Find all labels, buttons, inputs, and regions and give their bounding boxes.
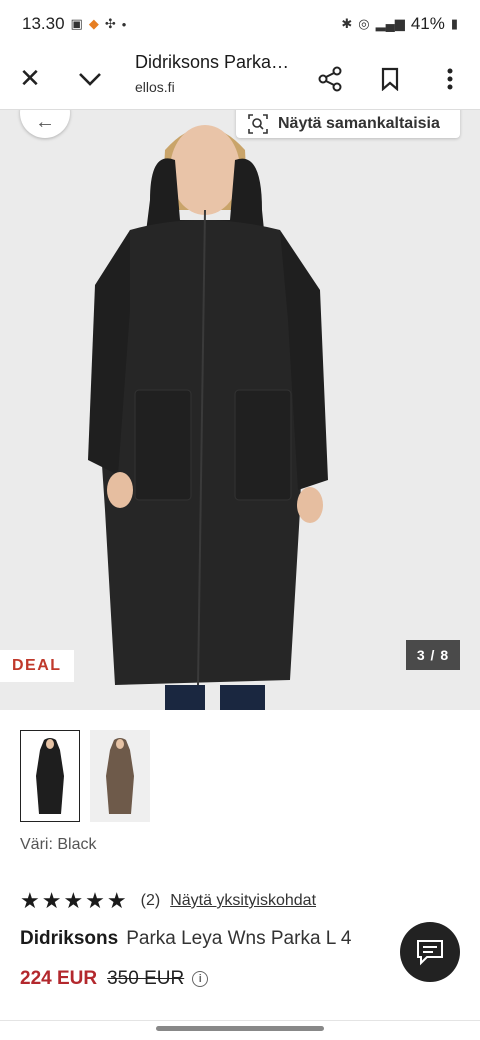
bluetooth-icon: ✱ — [341, 16, 353, 31]
more-options-icon[interactable] — [428, 57, 472, 101]
visual-search-icon — [248, 114, 268, 134]
page-title-block[interactable]: Didriksons Parka… ellos.fi — [135, 52, 289, 95]
original-price: 350 EUR — [107, 968, 185, 989]
product-image-carousel[interactable]: ← Näytä samankaltaisia DEAL 3 / 8 — [0, 110, 480, 710]
custom-tab-toolbar: ✕ Didriksons Parka… ellos.fi — [0, 48, 480, 110]
bookmark-icon[interactable] — [368, 57, 412, 101]
color-variant-black[interactable] — [20, 730, 80, 822]
share-icon[interactable] — [308, 57, 352, 101]
price-row: 224 EUR 350 EUR i — [20, 968, 209, 990]
product-name: Parka Leya Wns Parka L 4 — [126, 928, 352, 949]
page-domain: ellos.fi — [135, 79, 175, 95]
color-variant-list — [20, 730, 150, 822]
image-counter: 3 / 8 — [406, 640, 460, 670]
show-similar-label: Näytä samankaltaisia — [278, 115, 440, 132]
show-similar-button[interactable]: Näytä samankaltaisia — [236, 110, 460, 138]
thumbnail-black-parka — [36, 738, 64, 814]
thumbnail-brown-parka — [106, 738, 134, 814]
deal-badge: DEAL — [0, 650, 74, 682]
dot-icon: • — [121, 16, 127, 32]
product-photo — [0, 110, 480, 710]
battery-level: 41% — [410, 14, 445, 33]
arrow-left-icon: ← — [35, 110, 55, 133]
divider — [0, 1020, 480, 1021]
signal-icon: ▂▄▆ — [375, 16, 405, 31]
info-icon[interactable]: i — [192, 971, 209, 987]
close-icon[interactable]: ✕ — [8, 57, 52, 101]
gesture-nav-bar[interactable] — [156, 1026, 324, 1031]
chat-icon — [417, 940, 443, 966]
chevron-down-icon[interactable] — [68, 57, 112, 101]
product-brand: Didriksons — [20, 928, 119, 949]
page-title: Didriksons Parka… — [135, 52, 290, 72]
review-count: (2) — [140, 892, 161, 909]
sparkle-icon: ✣ — [104, 16, 116, 31]
product-title: Didriksons Parka Leya Wns Parka L 4 — [20, 928, 352, 950]
show-details-link[interactable]: Näytä yksityiskohdat — [170, 892, 316, 910]
star-rating-icon: ★★★★★ — [20, 888, 129, 913]
chat-button[interactable] — [400, 922, 460, 982]
app-notification-icon: ◆ — [88, 16, 99, 31]
rating-row: ★★★★★ (2) Näytä yksityiskohdat — [20, 888, 316, 914]
color-variant-brown[interactable] — [90, 730, 150, 822]
gallery-icon: ▣ — [70, 16, 83, 31]
current-price: 224 EUR — [20, 968, 98, 989]
status-bar: 13.30 ▣ ◆ ✣ • ✱ ◎ ▂▄▆ 41% ▮ — [0, 0, 480, 48]
hotspot-icon: ◎ — [358, 16, 370, 31]
battery-icon: ▮ — [450, 16, 458, 31]
selected-color-label: Väri: Black — [20, 836, 97, 853]
status-time: 13.30 — [22, 14, 65, 33]
